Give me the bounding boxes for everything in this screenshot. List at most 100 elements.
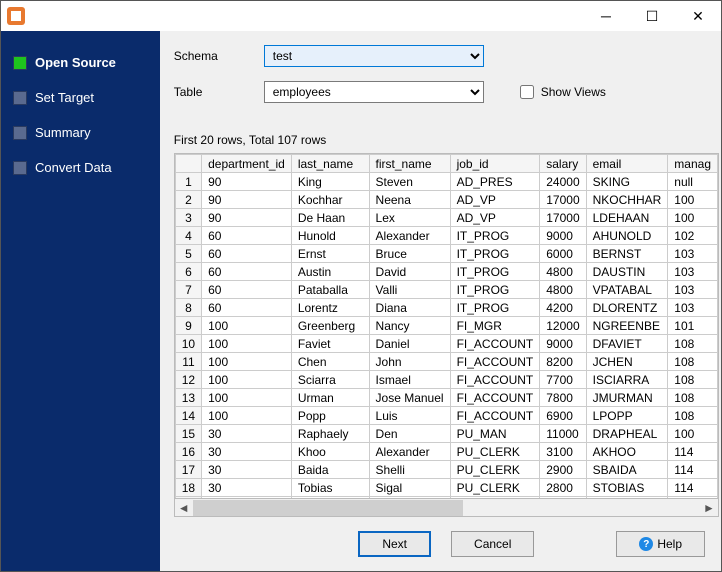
cell[interactable]: David	[369, 263, 450, 281]
cell[interactable]: IT_PROG	[450, 245, 540, 263]
cell[interactable]: 108	[668, 371, 718, 389]
cell[interactable]: 102	[668, 227, 718, 245]
cell[interactable]: Popp	[291, 407, 369, 425]
table-row[interactable]: 1530RaphaelyDenPU_MAN11000DRAPHEAL100	[175, 425, 717, 443]
row-header[interactable]: 2	[175, 191, 201, 209]
cell[interactable]: 17000	[540, 191, 586, 209]
cell[interactable]: Luis	[369, 407, 450, 425]
cell[interactable]: Valli	[369, 281, 450, 299]
cell[interactable]: 60	[202, 281, 292, 299]
cell[interactable]: 108	[668, 335, 718, 353]
cell[interactable]: 7800	[540, 389, 586, 407]
cell[interactable]: PU_CLERK	[450, 443, 540, 461]
column-header[interactable]: job_id	[450, 155, 540, 173]
cell[interactable]: Sigal	[369, 479, 450, 497]
cell[interactable]: 108	[668, 407, 718, 425]
cell[interactable]: Khoo	[291, 443, 369, 461]
cell[interactable]: BERNST	[586, 245, 668, 263]
table-row[interactable]: 14100PoppLuisFI_ACCOUNT6900LPOPP108	[175, 407, 717, 425]
cell[interactable]: 12000	[540, 317, 586, 335]
row-header[interactable]: 14	[175, 407, 201, 425]
wizard-step-0[interactable]: Open Source	[9, 45, 160, 80]
cell[interactable]: 101	[668, 317, 718, 335]
cell[interactable]: Diana	[369, 299, 450, 317]
maximize-button[interactable]: ☐	[629, 1, 675, 31]
cell[interactable]: 100	[202, 407, 292, 425]
cell[interactable]: 30	[202, 461, 292, 479]
horizontal-scrollbar[interactable]: ◄ ►	[174, 499, 719, 517]
row-header[interactable]: 18	[175, 479, 201, 497]
cell[interactable]: 60	[202, 227, 292, 245]
cell[interactable]: 103	[668, 245, 718, 263]
cell[interactable]: 100	[202, 317, 292, 335]
table-row[interactable]: 560ErnstBruceIT_PROG6000BERNST103	[175, 245, 717, 263]
show-views-checkbox[interactable]: Show Views	[516, 82, 606, 102]
cell[interactable]: FI_MGR	[450, 317, 540, 335]
cell[interactable]: DLORENTZ	[586, 299, 668, 317]
table-row[interactable]: 10100FavietDanielFI_ACCOUNT9000DFAVIET10…	[175, 335, 717, 353]
cell[interactable]: 17000	[540, 209, 586, 227]
cell[interactable]: 114	[668, 461, 718, 479]
cell[interactable]: IT_PROG	[450, 281, 540, 299]
row-header[interactable]: 5	[175, 245, 201, 263]
cell[interactable]: Kochhar	[291, 191, 369, 209]
cell[interactable]: Alexander	[369, 227, 450, 245]
cell[interactable]: 114	[668, 479, 718, 497]
cell[interactable]: 4800	[540, 281, 586, 299]
cell[interactable]: SKING	[586, 173, 668, 191]
table-row[interactable]: 1630KhooAlexanderPU_CLERK3100AKHOO114	[175, 443, 717, 461]
cell[interactable]: 3100	[540, 443, 586, 461]
cell[interactable]: FI_ACCOUNT	[450, 389, 540, 407]
row-header[interactable]: 11	[175, 353, 201, 371]
cell[interactable]: PU_CLERK	[450, 461, 540, 479]
cell[interactable]: 100	[202, 371, 292, 389]
cell[interactable]: Baida	[291, 461, 369, 479]
cell[interactable]: 100	[202, 335, 292, 353]
cell[interactable]: FI_ACCOUNT	[450, 407, 540, 425]
minimize-button[interactable]: ─	[583, 1, 629, 31]
row-header[interactable]: 15	[175, 425, 201, 443]
cell[interactable]: Tobias	[291, 479, 369, 497]
cell[interactable]: Raphaely	[291, 425, 369, 443]
cell[interactable]: AD_VP	[450, 191, 540, 209]
cell[interactable]: 60	[202, 299, 292, 317]
cell[interactable]: Jose Manuel	[369, 389, 450, 407]
cell[interactable]: King	[291, 173, 369, 191]
cell[interactable]: 100	[668, 209, 718, 227]
cell[interactable]: DRAPHEAL	[586, 425, 668, 443]
column-header[interactable]: last_name	[291, 155, 369, 173]
cell[interactable]: 108	[668, 389, 718, 407]
cell[interactable]: JCHEN	[586, 353, 668, 371]
table-row[interactable]: 1830TobiasSigalPU_CLERK2800STOBIAS114	[175, 479, 717, 497]
row-header[interactable]: 4	[175, 227, 201, 245]
row-header[interactable]: 3	[175, 209, 201, 227]
cell[interactable]: VPATABAL	[586, 281, 668, 299]
cell[interactable]: Greenberg	[291, 317, 369, 335]
cell[interactable]: 114	[668, 443, 718, 461]
cell[interactable]: Pataballa	[291, 281, 369, 299]
cell[interactable]: 90	[202, 191, 292, 209]
cell[interactable]: 60	[202, 245, 292, 263]
cell[interactable]: LPOPP	[586, 407, 668, 425]
cell[interactable]: Nancy	[369, 317, 450, 335]
table-row[interactable]: 390De HaanLexAD_VP17000LDEHAAN100	[175, 209, 717, 227]
cell[interactable]: 11000	[540, 425, 586, 443]
cell[interactable]: Hunold	[291, 227, 369, 245]
column-header[interactable]: department_id	[202, 155, 292, 173]
cell[interactable]: 103	[668, 281, 718, 299]
row-header[interactable]: 8	[175, 299, 201, 317]
cell[interactable]: 8200	[540, 353, 586, 371]
cell[interactable]: Lorentz	[291, 299, 369, 317]
row-header[interactable]: 12	[175, 371, 201, 389]
cell[interactable]: 9000	[540, 335, 586, 353]
table-row[interactable]: 13100UrmanJose ManuelFI_ACCOUNT7800JMURM…	[175, 389, 717, 407]
row-header[interactable]: 7	[175, 281, 201, 299]
cell[interactable]: 2800	[540, 479, 586, 497]
cell[interactable]: Bruce	[369, 245, 450, 263]
cell[interactable]: 6900	[540, 407, 586, 425]
cell[interactable]: AD_VP	[450, 209, 540, 227]
schema-select[interactable]: test	[264, 45, 484, 67]
cell[interactable]: 30	[202, 443, 292, 461]
cell[interactable]: 4200	[540, 299, 586, 317]
wizard-step-1[interactable]: Set Target	[9, 80, 160, 115]
